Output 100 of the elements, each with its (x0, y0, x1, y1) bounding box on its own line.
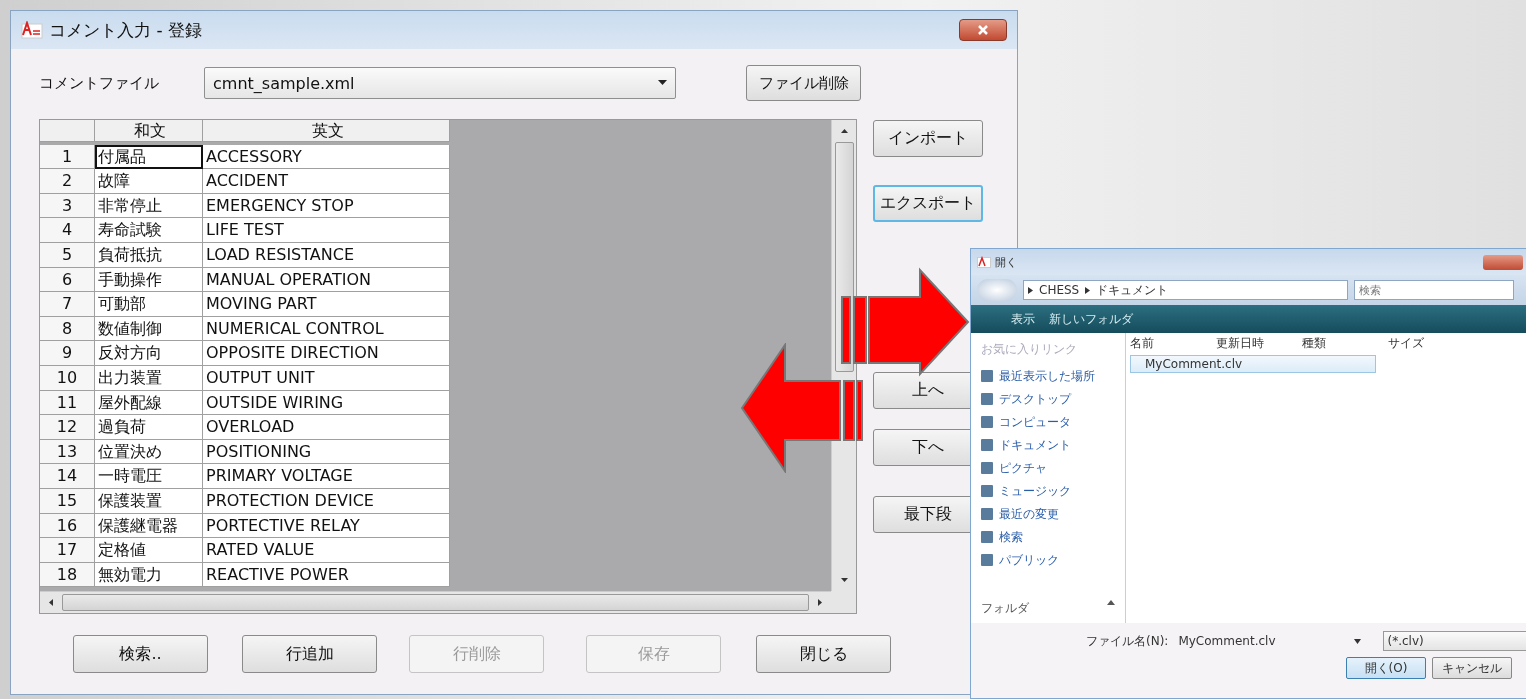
app-icon (977, 256, 991, 268)
row-number: 13 (40, 439, 95, 465)
english-cell[interactable]: LOAD RESISTANCE (203, 242, 450, 268)
english-cell[interactable]: MOVING PART (203, 292, 450, 317)
row-number: 15 (40, 488, 95, 514)
address-bar[interactable]: CHESS ドキュメント (1023, 280, 1348, 300)
collapse-caret-icon[interactable] (1107, 600, 1115, 605)
japanese-cell[interactable]: 保護継電器 (95, 513, 203, 539)
place-link[interactable]: パブリック (999, 551, 1059, 569)
row-number: 14 (40, 464, 95, 489)
place-link[interactable]: 最近表示した場所 (999, 367, 1095, 385)
english-cell[interactable]: POSITIONING (203, 439, 450, 465)
folder-icon (981, 508, 993, 520)
place-link[interactable]: ミュージック (999, 482, 1071, 500)
japanese-cell[interactable]: 手動操作 (95, 267, 203, 293)
column-header[interactable]: 更新日時 (1216, 334, 1302, 352)
row-number: 5 (40, 242, 95, 268)
japanese-cell[interactable]: 付属品 (95, 144, 203, 170)
english-cell[interactable]: NUMERICAL CONTROL (203, 316, 450, 342)
english-cell[interactable]: PROTECTION DEVICE (203, 488, 450, 514)
english-cell[interactable]: MANUAL OPERATION (203, 267, 450, 293)
folder-icon (981, 439, 993, 451)
close-button[interactable] (1483, 254, 1523, 270)
action-button[interactable]: 行追加 (242, 635, 377, 673)
japanese-cell[interactable]: 出力装置 (95, 365, 203, 391)
place-link[interactable]: 最近の変更 (999, 505, 1059, 523)
place-link[interactable]: 検索 (999, 528, 1023, 546)
side-button[interactable]: エクスポート (873, 185, 983, 222)
scrollbar-thumb[interactable] (62, 594, 809, 611)
side-button[interactable]: インポート (873, 120, 983, 157)
column-header[interactable]: 英文 (203, 120, 450, 142)
close-button[interactable] (959, 19, 1007, 41)
english-cell[interactable]: ACCESSORY (203, 144, 450, 170)
english-cell[interactable]: ACCIDENT (203, 169, 450, 194)
row-number: 10 (40, 365, 95, 391)
english-cell[interactable]: OUTPUT UNIT (203, 365, 450, 391)
column-header[interactable]: 種類 (1302, 334, 1388, 352)
folder-icon (981, 393, 993, 405)
english-cell[interactable]: REACTIVE POWER (203, 562, 450, 588)
place-link[interactable]: ドキュメント (999, 436, 1071, 454)
comment-file-dropdown[interactable]: cmnt_sample.xml (204, 67, 676, 99)
file-item[interactable]: MyComment.clv (1130, 355, 1376, 373)
action-button[interactable]: 閉じる (756, 635, 891, 673)
japanese-cell[interactable]: 可動部 (95, 292, 203, 317)
breadcrumb-arrow-icon (1085, 286, 1091, 294)
place-link[interactable]: コンピュータ (999, 413, 1071, 431)
column-header[interactable]: サイズ (1388, 334, 1474, 352)
folder-icon (981, 554, 993, 566)
japanese-cell[interactable]: 位置決め (95, 439, 203, 465)
english-cell[interactable]: RATED VALUE (203, 538, 450, 563)
japanese-cell[interactable]: 定格値 (95, 538, 203, 563)
toolbar-item[interactable]: 新しいフォルダ (1049, 310, 1133, 328)
row-number: 17 (40, 538, 95, 563)
english-cell[interactable]: OPPOSITE DIRECTION (203, 341, 450, 366)
horizontal-scrollbar[interactable] (40, 591, 831, 613)
folder-icon (981, 462, 993, 474)
folder-icon (981, 531, 993, 543)
english-cell[interactable]: EMERGENCY STOP (203, 193, 450, 219)
row-number: 7 (40, 292, 95, 317)
column-header[interactable]: 名前 (1130, 334, 1216, 352)
japanese-cell[interactable]: 故障 (95, 169, 203, 194)
column-header[interactable]: 和文 (95, 120, 203, 142)
english-cell[interactable]: OVERLOAD (203, 415, 450, 440)
row-number: 18 (40, 562, 95, 588)
english-cell[interactable]: OUTSIDE WIRING (203, 390, 450, 416)
action-button[interactable]: 検索.. (73, 635, 208, 673)
japanese-cell[interactable]: 無効電力 (95, 562, 203, 588)
dialog-button[interactable]: キャンセル (1432, 657, 1512, 679)
dialog-button[interactable]: 開く(O) (1346, 657, 1426, 679)
place-link[interactable]: ピクチャ (999, 459, 1047, 477)
file-type-dropdown[interactable]: (*.clv) (1382, 631, 1526, 651)
japanese-cell[interactable]: 過負荷 (95, 415, 203, 440)
japanese-cell[interactable]: 保護装置 (95, 488, 203, 514)
place-link[interactable]: デスクトップ (999, 390, 1071, 408)
row-number: 3 (40, 193, 95, 219)
folders-label[interactable]: フォルダ (981, 600, 1029, 617)
row-number: 6 (40, 267, 95, 293)
dropdown-caret-icon (1353, 638, 1361, 644)
japanese-cell[interactable]: 数値制御 (95, 316, 203, 342)
japanese-cell[interactable]: 寿命試験 (95, 218, 203, 243)
filename-field[interactable]: MyComment.clv (1174, 631, 1365, 651)
breadcrumb-arrow-icon (1028, 286, 1033, 294)
english-cell[interactable]: LIFE TEST (203, 218, 450, 243)
japanese-cell[interactable]: 屋外配線 (95, 390, 203, 416)
row-number: 8 (40, 316, 95, 342)
english-cell[interactable]: PRIMARY VOLTAGE (203, 464, 450, 489)
search-field[interactable]: 検索 (1354, 280, 1514, 300)
breadcrumb-item[interactable]: CHESS (1039, 283, 1080, 297)
folder-icon (981, 485, 993, 497)
delete-file-button[interactable]: ファイル削除 (746, 65, 861, 101)
row-number: 1 (40, 144, 95, 170)
row-number: 4 (40, 218, 95, 243)
english-cell[interactable]: PORTECTIVE RELAY (203, 513, 450, 539)
close-icon (977, 25, 989, 35)
japanese-cell[interactable]: 負荷抵抗 (95, 242, 203, 268)
toolbar-item[interactable]: 表示 (1011, 310, 1035, 328)
japanese-cell[interactable]: 反対方向 (95, 341, 203, 366)
japanese-cell[interactable]: 非常停止 (95, 193, 203, 219)
japanese-cell[interactable]: 一時電圧 (95, 464, 203, 489)
breadcrumb-item[interactable]: ドキュメント (1096, 281, 1169, 299)
